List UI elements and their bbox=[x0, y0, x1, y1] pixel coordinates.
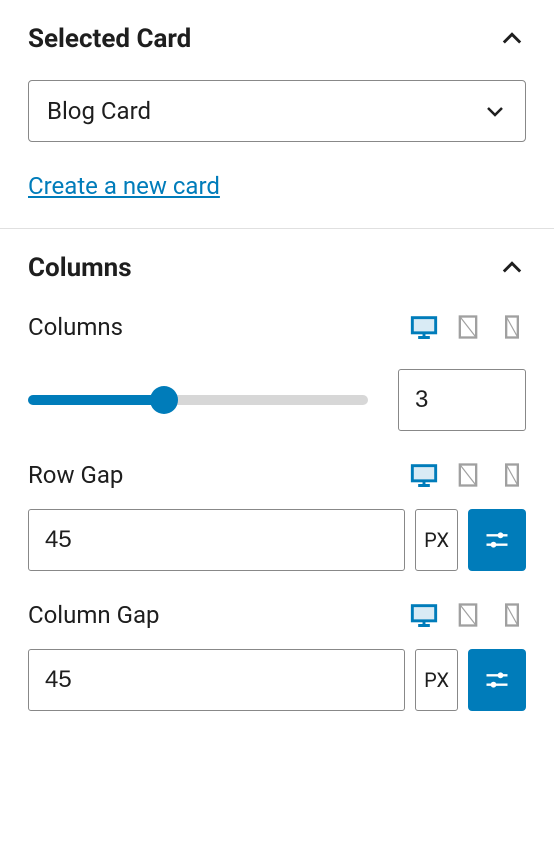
tablet-icon[interactable] bbox=[454, 601, 482, 629]
create-card-link-row: Create a new card bbox=[28, 172, 526, 200]
field-column-gap: Column Gap PX bbox=[28, 601, 526, 711]
columns-slider-row bbox=[28, 369, 526, 431]
mobile-icon[interactable] bbox=[498, 461, 526, 489]
panel-columns: Columns Columns bbox=[0, 228, 554, 739]
column-gap-settings-button[interactable] bbox=[468, 649, 526, 711]
device-toggle bbox=[410, 601, 526, 629]
create-card-link[interactable]: Create a new card bbox=[28, 172, 220, 200]
chevron-up-icon bbox=[498, 25, 526, 53]
unit-label: PX bbox=[424, 528, 449, 552]
mobile-icon[interactable] bbox=[498, 313, 526, 341]
card-select-wrap: Blog Card bbox=[28, 80, 526, 142]
panel-selected-card: Selected Card Blog Card Create a new car… bbox=[0, 0, 554, 228]
desktop-icon[interactable] bbox=[410, 461, 438, 489]
field-columns: Columns bbox=[28, 313, 526, 431]
chevron-up-icon bbox=[498, 254, 526, 282]
field-head: Column Gap bbox=[28, 601, 526, 629]
mobile-icon[interactable] bbox=[498, 601, 526, 629]
row-gap-unit-select[interactable]: PX bbox=[415, 509, 458, 571]
field-head: Row Gap bbox=[28, 461, 526, 489]
tablet-icon[interactable] bbox=[454, 461, 482, 489]
card-select[interactable]: Blog Card bbox=[28, 80, 526, 142]
desktop-icon[interactable] bbox=[410, 601, 438, 629]
field-head: Columns bbox=[28, 313, 526, 341]
column-gap-input[interactable] bbox=[28, 649, 405, 711]
unit-label: PX bbox=[424, 668, 449, 692]
column-gap-input-row: PX bbox=[28, 649, 526, 711]
card-select-value: Blog Card bbox=[47, 97, 151, 125]
field-label-column-gap: Column Gap bbox=[28, 601, 160, 629]
desktop-icon[interactable] bbox=[410, 313, 438, 341]
row-gap-settings-button[interactable] bbox=[468, 509, 526, 571]
columns-number-input[interactable] bbox=[398, 369, 526, 431]
row-gap-input[interactable] bbox=[28, 509, 405, 571]
row-gap-input-row: PX bbox=[28, 509, 526, 571]
field-row-gap: Row Gap PX bbox=[28, 461, 526, 571]
field-label-columns: Columns bbox=[28, 313, 123, 341]
slider-fill bbox=[28, 395, 164, 405]
tablet-icon[interactable] bbox=[454, 313, 482, 341]
device-toggle bbox=[410, 313, 526, 341]
columns-slider[interactable] bbox=[28, 395, 368, 405]
field-label-row-gap: Row Gap bbox=[28, 461, 123, 489]
panel-title: Columns bbox=[28, 253, 132, 283]
column-gap-unit-select[interactable]: PX bbox=[415, 649, 458, 711]
device-toggle bbox=[410, 461, 526, 489]
panel-header-columns[interactable]: Columns bbox=[28, 253, 526, 283]
chevron-down-icon bbox=[483, 99, 507, 123]
panel-header-selected-card[interactable]: Selected Card bbox=[28, 24, 526, 54]
slider-thumb[interactable] bbox=[150, 386, 178, 414]
panel-title: Selected Card bbox=[28, 24, 191, 54]
